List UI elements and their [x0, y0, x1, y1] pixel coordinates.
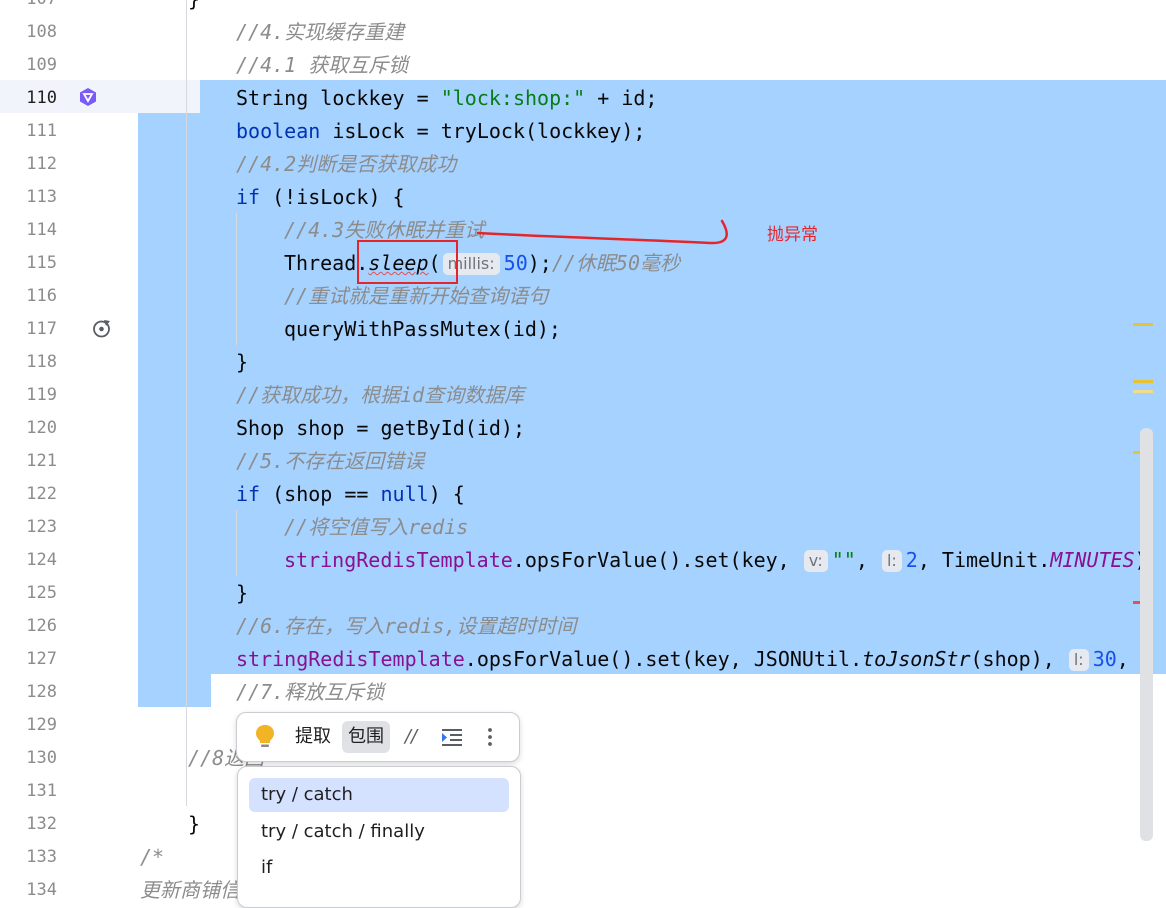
line-number: 121: [26, 451, 57, 471]
vertical-scrollbar[interactable]: [1140, 428, 1153, 841]
code-text[interactable]: //4.2判断是否获取成功: [236, 148, 456, 181]
code-text[interactable]: //将空值写入redis: [284, 511, 468, 544]
code-text[interactable]: boolean isLock = tryLock(lockkey);: [236, 115, 645, 148]
code-text[interactable]: if (shop == null) {: [236, 478, 465, 511]
recursive-call-icon[interactable]: [91, 318, 112, 339]
line-number: 119: [26, 385, 57, 405]
implementation-gutter-icon[interactable]: [77, 86, 99, 108]
code-line[interactable]: 110 String lockkey = "lock:shop:" + id;: [0, 82, 1166, 115]
line-number: 113: [26, 187, 57, 207]
format-indent-icon[interactable]: [442, 728, 462, 746]
warning-marker: [1133, 323, 1153, 326]
line-number: 120: [26, 418, 57, 438]
code-text[interactable]: stringRedisTemplate.opsForValue().set(ke…: [284, 544, 1147, 577]
code-line[interactable]: 111 boolean isLock = tryLock(lockkey);: [0, 115, 1166, 148]
code-text[interactable]: }: [236, 346, 248, 379]
code-line[interactable]: 125}: [0, 577, 1166, 610]
line-number: 134: [26, 880, 57, 900]
line-number: 118: [26, 352, 57, 372]
code-line[interactable]: 129: [0, 709, 1166, 742]
line-number: 117: [26, 319, 57, 339]
line-number: 126: [26, 616, 57, 636]
line-number: 110: [26, 88, 57, 108]
line-number: 129: [26, 715, 57, 735]
warning-marker: [1133, 390, 1153, 393]
code-line[interactable]: 130//8返回: [0, 742, 1166, 775]
line-number: 131: [26, 781, 57, 801]
line-number: 123: [26, 517, 57, 537]
code-line[interactable]: 121 //5.不存在返回错误: [0, 445, 1166, 478]
code-line[interactable]: 131: [0, 775, 1166, 808]
code-line[interactable]: 112 //4.2判断是否获取成功: [0, 148, 1166, 181]
code-line[interactable]: 127 stringRedisTemplate.opsForValue().set…: [0, 643, 1166, 676]
code-text[interactable]: //获取成功，根据id查询数据库: [236, 379, 524, 412]
line-number: 132: [26, 814, 57, 834]
code-text[interactable]: Shop shop = getById(id);: [236, 412, 525, 445]
line-number: 107: [0, 0, 57, 16]
code-text[interactable]: /*: [140, 841, 164, 874]
line-number: 114: [26, 220, 57, 240]
code-line[interactable]: 124 stringRedisTemplate.opsForValue().set…: [0, 544, 1166, 577]
menu-item-if[interactable]: if: [249, 851, 509, 885]
more-options-icon[interactable]: [487, 727, 493, 747]
line-number: 130: [26, 748, 57, 768]
line-number: 127: [26, 649, 57, 669]
annotation-arrow-line: [476, 219, 728, 245]
code-line[interactable]: 108 //4.实现缓存重建: [0, 16, 1166, 49]
code-line[interactable]: 107}: [0, 0, 1166, 16]
line-number: 109: [26, 55, 57, 75]
code-text[interactable]: }: [188, 0, 200, 16]
surround-button[interactable]: 包围: [342, 721, 390, 753]
annotation-box-sleep: [357, 240, 458, 284]
code-text[interactable]: Thread.sleep(millis: 50);//休眠50毫秒: [284, 247, 680, 280]
line-number: 112: [26, 154, 57, 174]
code-line[interactable]: 123 //将空值写入redis: [0, 511, 1166, 544]
code-line[interactable]: 109 //4.1 获取互斥锁: [0, 49, 1166, 82]
line-number: 124: [26, 550, 57, 570]
code-text[interactable]: stringRedisTemplate.opsForValue().set(ke…: [236, 643, 1153, 676]
code-line[interactable]: 115 Thread.sleep(millis: 50);//休眠50毫秒: [0, 247, 1166, 280]
code-line[interactable]: 119 //获取成功，根据id查询数据库: [0, 379, 1166, 412]
line-number: 125: [26, 583, 57, 603]
annotation-label: 抛异常: [767, 225, 818, 245]
code-text[interactable]: String lockkey = "lock:shop:" + id;: [236, 82, 657, 115]
code-editor[interactable]: 107} 108 //4.实现缓存重建 109 //4.1 获取互斥锁 110 String…: [0, 0, 1166, 908]
code-line[interactable]: 113 if (!isLock) {: [0, 181, 1166, 214]
line-number: 122: [26, 484, 57, 504]
code-line[interactable]: 120 Shop shop = getById(id);: [0, 412, 1166, 445]
code-text[interactable]: }: [236, 577, 248, 610]
code-line[interactable]: 132}: [0, 808, 1166, 841]
code-line[interactable]: 116 //重试就是重新开始查询语句: [0, 280, 1166, 313]
line-number: 108: [26, 22, 57, 42]
code-line[interactable]: 118}: [0, 346, 1166, 379]
code-text[interactable]: //4.实现缓存重建: [236, 16, 404, 49]
warning-marker: [1133, 380, 1153, 383]
intention-toolbar: 提取 包围 //: [236, 712, 520, 762]
line-number: 111: [26, 121, 57, 141]
code-text[interactable]: if (!isLock) {: [236, 181, 405, 214]
line-number: 128: [26, 682, 57, 702]
line-number: 116: [26, 286, 57, 306]
line-number: 115: [26, 253, 57, 273]
code-line[interactable]: 126 //6.存在，写入redis,设置超时时间: [0, 610, 1166, 643]
code-text[interactable]: //7.释放互斥锁: [236, 676, 384, 709]
code-text[interactable]: }: [188, 808, 200, 841]
code-line[interactable]: 128 //7.释放互斥锁: [0, 676, 1166, 709]
code-line[interactable]: 134 更新商铺信息: [0, 874, 1166, 907]
code-line[interactable]: 117 queryWithPassMutex(id);: [0, 313, 1166, 346]
code-line[interactable]: 133 /*: [0, 841, 1166, 874]
menu-item-try-catch-finally[interactable]: try / catch / finally: [249, 815, 509, 849]
lightbulb-icon[interactable]: [255, 724, 275, 750]
code-text[interactable]: //5.不存在返回错误: [236, 445, 424, 478]
menu-item-try-catch[interactable]: try / catch: [249, 778, 509, 812]
code-text[interactable]: queryWithPassMutex(id);: [284, 313, 561, 346]
code-text[interactable]: //6.存在，写入redis,设置超时时间: [236, 610, 576, 643]
comment-icon[interactable]: //: [400, 721, 422, 753]
code-text[interactable]: //重试就是重新开始查询语句: [284, 280, 548, 313]
line-number: 133: [26, 847, 57, 867]
code-text[interactable]: //4.1 获取互斥锁: [236, 49, 408, 82]
extract-button[interactable]: 提取: [289, 721, 337, 753]
surround-menu: try / catch try / catch / finally if: [237, 766, 521, 908]
code-line[interactable]: 122 if (shop == null) {: [0, 478, 1166, 511]
